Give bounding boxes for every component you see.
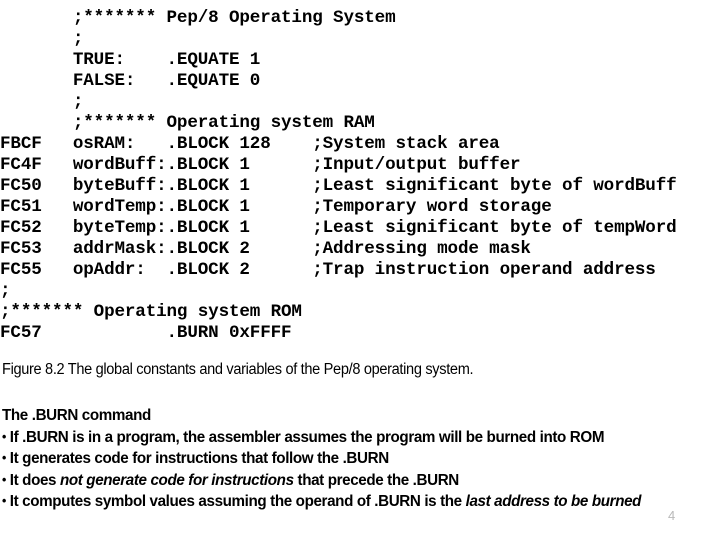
burn-command-section: The .BURN command • If .BURN is in a pro… xyxy=(2,406,718,513)
bullet-item: • It generates code for instructions tha… xyxy=(2,448,682,470)
code-line: FC4F wordBuff:.BLOCK 1 ;Input/output buf… xyxy=(0,155,521,175)
code-line: FC51 wordTemp:.BLOCK 1 ;Temporary word s… xyxy=(0,197,552,217)
bullet-dot-icon: • xyxy=(2,493,6,508)
bullet-text: It does xyxy=(9,471,60,489)
code-line: FC57 .BURN 0xFFFF xyxy=(0,323,292,343)
bullet-text: It computes symbol values assuming the o… xyxy=(9,493,466,510)
bullet-text-emphasis: last address to be burned xyxy=(465,493,642,510)
bullet-text: If .BURN is in a program, the assembler … xyxy=(9,428,605,446)
code-line: FBCF osRAM: .BLOCK 128 ;System stack are… xyxy=(0,134,500,154)
code-line: ;******* Operating system RAM xyxy=(0,113,375,133)
code-line: ;******* Operating system ROM xyxy=(0,302,302,322)
code-line: ;******* Pep/8 Operating System xyxy=(0,8,396,28)
code-line: FC53 addrMask:.BLOCK 2 ;Addressing mode … xyxy=(0,239,531,259)
bullet-text-emphasis: not generate code for instructions xyxy=(59,471,294,489)
figure-caption: Figure 8.2 The global constants and vari… xyxy=(2,361,474,378)
bullet-text-tail: that precede the .BURN xyxy=(293,471,459,489)
page-number: 4 xyxy=(668,508,676,523)
code-line: FC52 byteTemp:.BLOCK 1 ;Least significan… xyxy=(0,218,677,238)
bullet-dot-icon: • xyxy=(2,428,6,444)
bullet-item: • It does not generate code for instruct… xyxy=(2,470,682,492)
bullet-dot-icon: • xyxy=(2,471,6,487)
bullet-text: It generates code for instructions that … xyxy=(9,450,389,467)
code-line: TRUE: .EQUATE 1 xyxy=(0,50,261,70)
code-line: ; xyxy=(0,92,84,112)
burn-section-heading: The .BURN command xyxy=(2,407,151,424)
bullet-item: • If .BURN is in a program, the assemble… xyxy=(2,427,682,449)
bullet-item: • It computes symbol values assuming the… xyxy=(2,491,682,513)
assembly-code-listing: ;******* Pep/8 Operating System ; TRUE: … xyxy=(0,8,720,344)
code-line: ; xyxy=(0,281,11,301)
code-line: FC55 opAddr: .BLOCK 2 ;Trap instruction … xyxy=(0,260,656,280)
code-line: FALSE: .EQUATE 0 xyxy=(0,71,261,91)
burn-bullet-list: • If .BURN is in a program, the assemble… xyxy=(2,427,718,513)
code-line: FC50 byteBuff:.BLOCK 1 ;Least significan… xyxy=(0,176,677,196)
code-line: ; xyxy=(0,29,84,49)
bullet-dot-icon: • xyxy=(2,450,6,465)
